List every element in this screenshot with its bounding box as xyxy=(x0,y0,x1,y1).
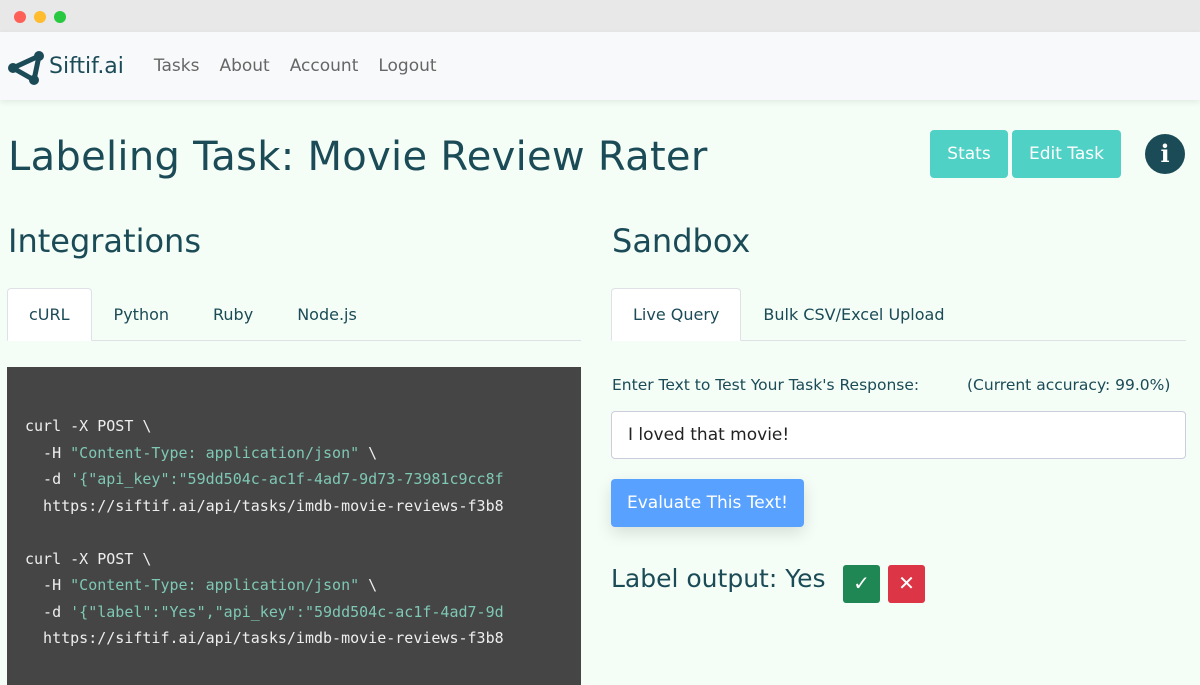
code-pre: -H xyxy=(25,576,71,594)
code-line: -H "Content-Type: application/json" \ xyxy=(25,572,581,599)
accuracy-text: (Current accuracy: 99.0%) xyxy=(967,376,1171,394)
code-post: \ xyxy=(359,576,378,594)
code-line: -H "Content-Type: application/json" \ xyxy=(25,440,581,467)
evaluate-button[interactable]: Evaluate This Text! xyxy=(611,479,804,527)
integrations-title: Integrations xyxy=(8,222,201,260)
maximize-window-button[interactable] xyxy=(54,11,66,23)
code-line: -d '{"api_key":"59dd504c-ac1f-4ad7-9d73-… xyxy=(25,466,581,493)
edit-task-button[interactable]: Edit Task xyxy=(1012,130,1121,178)
sandbox-tabs: Live Query Bulk CSV/Excel Upload xyxy=(611,288,1186,341)
tab-live-query[interactable]: Live Query xyxy=(611,288,742,341)
test-text-input[interactable]: I loved that movie! xyxy=(611,411,1186,459)
label-output: Label output: Yes xyxy=(611,564,826,593)
code-str: '{"api_key":"59dd504c-ac1f-4ad7-9d73-739… xyxy=(70,470,504,488)
code-pre: -d xyxy=(25,470,71,488)
reject-x-button[interactable]: ✕ xyxy=(888,565,925,603)
code-line: curl -X POST \ xyxy=(25,413,581,440)
window-chrome xyxy=(0,0,1200,32)
tab-nodejs[interactable]: Node.js xyxy=(275,288,379,340)
code-pre: https://siftif.ai/api/tasks/imdb-movie-r… xyxy=(25,496,504,515)
nav-about[interactable]: About xyxy=(219,56,269,76)
brand-name: Siftif.ai xyxy=(49,53,124,79)
code-pre: -d xyxy=(25,602,71,621)
code-pre: curl -X POST \ xyxy=(25,417,152,435)
code-block[interactable]: curl -X POST \ -H "Content-Type: applica… xyxy=(7,367,581,685)
input-label: Enter Text to Test Your Task's Response: xyxy=(612,376,920,394)
tab-python[interactable]: Python xyxy=(92,288,191,340)
code-line: https://siftif.ai/api/tasks/imdb-movie-r… xyxy=(25,625,581,652)
code-line: -d '{"label":"Yes","api_key":"59dd504c-a… xyxy=(25,599,581,626)
nav-account[interactable]: Account xyxy=(290,56,359,76)
minimize-window-button[interactable] xyxy=(34,11,46,23)
close-window-button[interactable] xyxy=(14,11,26,23)
info-icon[interactable]: i xyxy=(1145,134,1185,174)
navbar: Siftif.ai Tasks About Account Logout xyxy=(0,32,1200,100)
code-str: "Content-Type: application/json" xyxy=(70,576,360,594)
sandbox-title: Sandbox xyxy=(612,222,751,260)
page-title: Labeling Task: Movie Review Rater xyxy=(8,134,708,180)
tab-bulk-upload[interactable]: Bulk CSV/Excel Upload xyxy=(741,288,966,340)
code-post: \ xyxy=(359,443,378,462)
confirm-check-button[interactable]: ✓ xyxy=(843,565,880,603)
code-str: "Content-Type: application/json" xyxy=(70,443,360,462)
code-pre: curl -X POST \ xyxy=(25,549,152,568)
tab-ruby[interactable]: Ruby xyxy=(191,288,275,340)
code-pre: https://siftif.ai/api/tasks/imdb-movie-r… xyxy=(25,629,504,647)
code-pre: -H xyxy=(25,443,71,462)
stats-button[interactable]: Stats xyxy=(930,130,1008,178)
logo-icon xyxy=(8,51,44,85)
integrations-tabs: cURL Python Ruby Node.js xyxy=(7,288,581,341)
tab-curl[interactable]: cURL xyxy=(7,288,92,341)
nav-logout[interactable]: Logout xyxy=(378,56,436,76)
nav-tasks[interactable]: Tasks xyxy=(154,56,200,76)
code-str: '{"label":"Yes","api_key":"59dd504c-ac1f… xyxy=(70,602,504,621)
brand-logo[interactable]: Siftif.ai xyxy=(7,46,124,86)
code-line: curl -X POST \ xyxy=(25,546,581,573)
code-line: https://siftif.ai/api/tasks/imdb-movie-r… xyxy=(25,493,581,520)
